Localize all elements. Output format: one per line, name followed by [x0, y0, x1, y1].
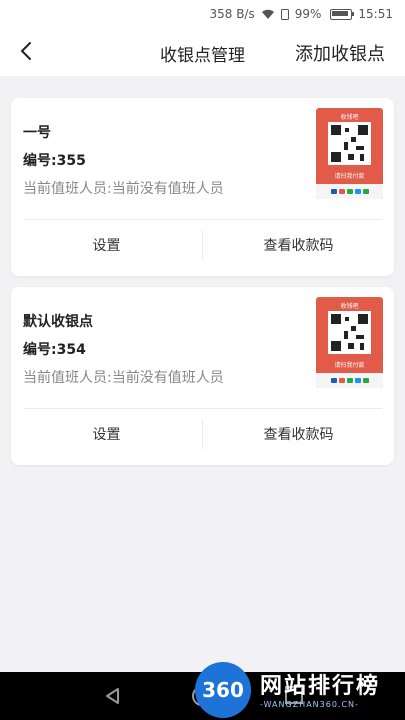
nav-bar: 收银点管理 添加收银点 [0, 28, 405, 76]
battery-icon [330, 8, 355, 20]
qr-code-icon [328, 122, 371, 165]
watermark-title: 网站排行榜 [260, 674, 381, 699]
cashier-card: 默认收银点 编号:354 当前值班人员:当前没有值班人员 收钱吧 请扫我付款 设… [11, 287, 394, 465]
payment-logos [316, 373, 383, 388]
cashier-name: 默认收银点 [23, 314, 93, 330]
watermark: 360 网站排行榜 -WANGZHAN360.CN- [190, 660, 405, 720]
view-qr-button[interactable]: 查看收款码 [203, 220, 394, 270]
clock: 15:51 [358, 7, 393, 21]
battery-percent: 99% [294, 7, 322, 21]
settings-button[interactable]: 设置 [11, 220, 202, 270]
payment-logos [316, 184, 383, 199]
triangle-back-icon[interactable] [103, 686, 123, 706]
qr-code-icon [328, 311, 371, 354]
qr-code-thumbnail[interactable]: 收钱吧 请扫我付款 [316, 108, 383, 199]
settings-button[interactable]: 设置 [11, 409, 202, 459]
add-cashier-button[interactable]: 添加收银点 [295, 40, 385, 66]
cashier-code: 编号:354 [23, 342, 86, 358]
view-qr-button[interactable]: 查看收款码 [203, 409, 394, 459]
page-title: 收银点管理 [160, 46, 245, 66]
qr-caption: 请扫我付款 [334, 173, 365, 180]
cashier-card: 一号 编号:355 当前值班人员:当前没有值班人员 收钱吧 请扫我付款 设置 查… [11, 98, 394, 276]
cashier-name: 一号 [23, 125, 51, 141]
cashier-duty: 当前值班人员:当前没有值班人员 [23, 370, 224, 386]
qr-code-thumbnail[interactable]: 收钱吧 请扫我付款 [316, 297, 383, 388]
qr-caption: 请扫我付款 [334, 362, 365, 369]
watermark-subtitle: -WANGZHAN360.CN- [260, 700, 359, 709]
cashier-code: 编号:355 [23, 153, 86, 169]
status-bar: 358 B/s 99% 15:51 [0, 0, 405, 28]
back-button[interactable] [14, 38, 40, 64]
qr-brand: 收钱吧 [340, 114, 359, 121]
sim-icon [280, 8, 289, 20]
chevron-left-icon [20, 42, 31, 60]
qr-brand: 收钱吧 [340, 303, 359, 310]
wifi-icon [261, 9, 275, 20]
network-speed: 358 B/s [209, 7, 255, 21]
cashier-duty: 当前值班人员:当前没有值班人员 [23, 181, 224, 197]
watermark-logo: 360 [195, 662, 251, 718]
